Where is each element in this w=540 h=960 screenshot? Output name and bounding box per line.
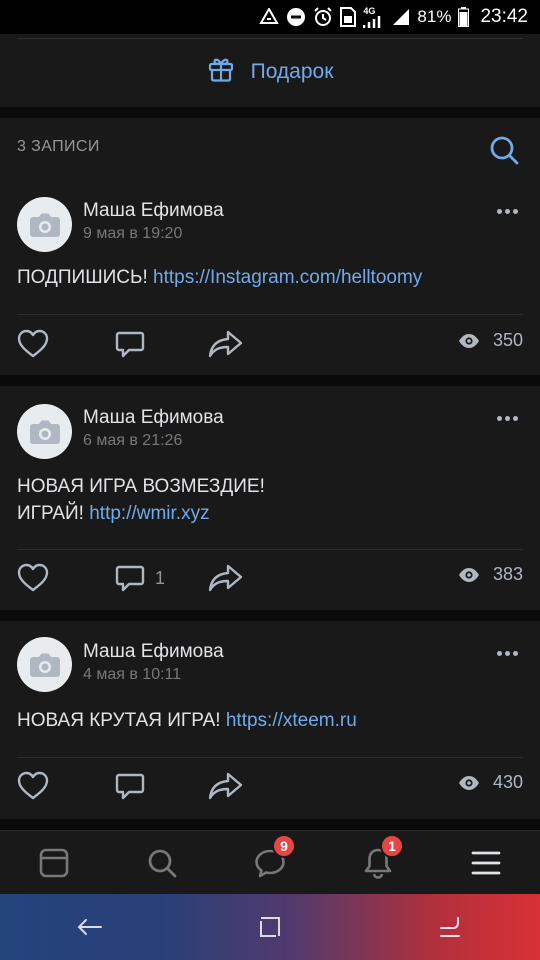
gift-button[interactable]: Подарок bbox=[0, 54, 540, 90]
post-text: НОВАЯ КРУТАЯ ИГРА! https://xteem.ru bbox=[17, 707, 523, 734]
records-header: 3 ЗАПИСИ bbox=[0, 118, 540, 188]
menu-icon[interactable] bbox=[466, 843, 506, 883]
comment-button[interactable] bbox=[115, 329, 145, 359]
sim-icon bbox=[340, 7, 357, 27]
camera-icon bbox=[29, 420, 60, 444]
more-options-icon[interactable] bbox=[494, 201, 520, 221]
eye-icon bbox=[458, 333, 479, 348]
post-text: ПОДПИШИСЬ! https://Instagram.com/helltoo… bbox=[17, 264, 523, 291]
comment-button[interactable]: 1 bbox=[115, 563, 165, 593]
post-link[interactable]: https://Instagram.com/helltoomy bbox=[153, 267, 422, 288]
comment-button[interactable] bbox=[115, 771, 145, 801]
records-count: 3 ЗАПИСИ bbox=[17, 138, 100, 155]
post-author[interactable]: Маша Ефимова bbox=[83, 200, 224, 222]
like-button[interactable] bbox=[17, 771, 49, 801]
post-date: 9 мая в 19:20 bbox=[83, 225, 183, 242]
divider bbox=[17, 549, 523, 550]
signal-2-icon bbox=[392, 8, 410, 26]
share-icon bbox=[208, 772, 243, 800]
views-counter: 430 bbox=[458, 772, 523, 793]
status-bar: 4G 81% 23:42 bbox=[0, 0, 540, 34]
post-text-line: ПОДПИШИСЬ! https://Instagram.com/helltoo… bbox=[17, 267, 422, 288]
alarm-icon bbox=[313, 7, 333, 27]
comment-count: 1 bbox=[155, 567, 166, 588]
divider bbox=[17, 757, 523, 758]
search-icon[interactable] bbox=[142, 843, 182, 883]
post-text-line: ИГРАЙ! http://wmir.xyz bbox=[17, 500, 523, 527]
switch-app-icon[interactable] bbox=[430, 907, 470, 947]
messages-badge: 9 bbox=[272, 834, 296, 858]
post-author[interactable]: Маша Ефимова bbox=[83, 641, 224, 663]
avatar[interactable] bbox=[17, 197, 72, 252]
post-text-line: НОВАЯ КРУТАЯ ИГРА! https://xteem.ru bbox=[17, 710, 357, 731]
post-link[interactable]: http://wmir.xyz bbox=[89, 503, 209, 524]
notifications-icon[interactable]: 1 bbox=[358, 834, 404, 883]
share-button[interactable] bbox=[208, 329, 244, 359]
news-icon[interactable] bbox=[34, 843, 74, 883]
search-icon[interactable] bbox=[488, 134, 520, 166]
post-date: 4 мая в 10:11 bbox=[83, 666, 182, 683]
avatar[interactable] bbox=[17, 404, 72, 459]
views-count: 350 bbox=[492, 330, 523, 350]
heart-icon bbox=[17, 329, 49, 358]
views-count: 430 bbox=[492, 772, 523, 792]
do-not-disturb-icon bbox=[286, 7, 306, 27]
post-text-plain: ПОДПИШИСЬ! bbox=[17, 267, 154, 288]
post-text-plain: НОВАЯ ИГРА ВОЗМЕЗДИЕ! bbox=[17, 476, 265, 497]
battery-percent: 81% bbox=[417, 7, 452, 26]
camera-icon bbox=[29, 213, 60, 237]
recent-apps-icon[interactable] bbox=[250, 907, 290, 947]
views-counter: 383 bbox=[458, 564, 523, 585]
share-button[interactable] bbox=[208, 771, 244, 801]
divider bbox=[17, 38, 523, 39]
more-options-icon[interactable] bbox=[494, 643, 520, 663]
eye-icon bbox=[458, 775, 479, 790]
camera-icon bbox=[29, 653, 60, 677]
share-button[interactable] bbox=[208, 563, 244, 593]
share-icon bbox=[208, 564, 243, 592]
signal-icon: 4G bbox=[363, 5, 385, 28]
post-date: 6 мая в 21:26 bbox=[83, 432, 183, 449]
views-count: 383 bbox=[492, 564, 523, 584]
post-text-plain: ИГРАЙ! bbox=[17, 503, 90, 524]
messages-icon[interactable]: 9 bbox=[250, 834, 296, 883]
recycle-icon bbox=[259, 8, 280, 26]
post-text-line: НОВАЯ ИГРА ВОЗМЕЗДИЕ! bbox=[17, 473, 523, 500]
network-type: 4G bbox=[363, 5, 376, 16]
more-options-icon[interactable] bbox=[494, 408, 520, 428]
gift-icon bbox=[207, 55, 235, 89]
notifications-badge: 1 bbox=[380, 834, 404, 858]
heart-icon bbox=[17, 563, 49, 592]
comment-icon bbox=[115, 773, 145, 800]
heart-icon bbox=[17, 771, 49, 800]
like-button[interactable] bbox=[17, 563, 49, 593]
bottom-navigation: 9 1 bbox=[0, 830, 540, 894]
post-author[interactable]: Маша Ефимова bbox=[83, 407, 224, 429]
post: Маша Ефимова 9 мая в 19:20 ПОДПИШИСЬ! ht… bbox=[0, 188, 540, 375]
divider bbox=[17, 314, 523, 315]
like-button[interactable] bbox=[17, 329, 49, 359]
gift-label: Подарок bbox=[250, 60, 334, 83]
views-counter: 350 bbox=[458, 330, 523, 351]
post-text-plain: НОВАЯ КРУТАЯ ИГРА! bbox=[17, 710, 226, 731]
avatar[interactable] bbox=[17, 637, 72, 692]
clock: 23:42 bbox=[480, 6, 528, 27]
back-icon[interactable] bbox=[70, 907, 110, 947]
comment-icon bbox=[115, 331, 145, 358]
post-text: НОВАЯ ИГРА ВОЗМЕЗДИЕ! ИГРАЙ! http://wmir… bbox=[17, 473, 523, 527]
gift-section: Подарок bbox=[0, 34, 540, 107]
post-link[interactable]: https://xteem.ru bbox=[226, 710, 357, 731]
system-navigation-bar bbox=[0, 894, 540, 960]
post: Маша Ефимова 4 мая в 10:11 НОВАЯ КРУТАЯ … bbox=[0, 621, 540, 819]
battery-icon bbox=[458, 7, 470, 27]
comment-icon bbox=[115, 565, 145, 592]
post: Маша Ефимова 6 мая в 21:26 НОВАЯ ИГРА ВО… bbox=[0, 386, 540, 610]
eye-icon bbox=[458, 567, 479, 582]
share-icon bbox=[208, 330, 243, 358]
